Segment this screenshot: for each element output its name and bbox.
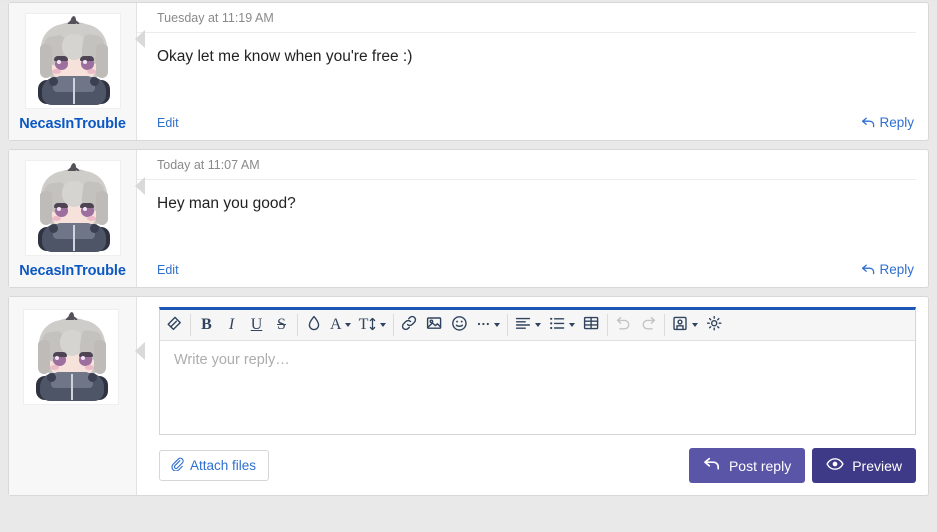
toolbar-separator	[664, 314, 665, 336]
bold-button[interactable]: B	[194, 311, 219, 340]
post-user-column: NecasInTrouble	[9, 3, 137, 140]
toolbar-separator	[607, 314, 608, 336]
text-align-button[interactable]	[511, 311, 545, 340]
avatar[interactable]	[25, 160, 121, 256]
toolbar-separator	[507, 314, 508, 336]
insert-emoji-icon	[451, 315, 468, 335]
post-content: Okay let me know when you're free :)	[137, 33, 928, 109]
reply-link-label: Reply	[879, 262, 914, 277]
message-post: NecasInTrouble Today at 11:07 AM Hey man…	[8, 149, 929, 288]
chevron-down-icon	[494, 323, 500, 327]
post-content: Hey man you good?	[137, 180, 928, 256]
undo-button	[611, 311, 636, 340]
list-button[interactable]	[545, 311, 579, 340]
font-family-button[interactable]: A	[326, 311, 355, 340]
insert-table-icon[interactable]	[579, 311, 604, 340]
avatar[interactable]	[23, 309, 119, 405]
reply-link[interactable]: Reply	[861, 115, 914, 130]
reply-placeholder: Write your reply…	[174, 352, 290, 368]
reply-arrow-icon	[703, 456, 721, 475]
chevron-down-icon	[569, 323, 575, 327]
font-size-glyph: T	[359, 316, 369, 334]
font-family-button-glyph: A	[330, 316, 342, 334]
paperclip-icon	[170, 457, 184, 474]
attach-files-label: Attach files	[190, 458, 256, 473]
insert-image-icon	[426, 315, 443, 335]
chevron-down-icon	[380, 323, 386, 327]
post-body: Today at 11:07 AM Hey man you good? Edit…	[137, 150, 928, 287]
editor-frame: BIUS AT Write your reply…	[159, 307, 916, 435]
edit-post-link[interactable]: Edit	[157, 263, 179, 277]
editor-settings-icon	[706, 315, 723, 335]
text-color-icon	[306, 315, 322, 335]
reply-input[interactable]: Write your reply…	[160, 341, 915, 434]
italic-button-glyph: I	[229, 316, 234, 334]
preview-button[interactable]: Preview	[812, 448, 916, 483]
avatar[interactable]	[25, 13, 121, 109]
underline-button-glyph: U	[251, 316, 263, 334]
text-color-icon[interactable]	[301, 311, 326, 340]
forum-thread-page: NecasInTrouble Tuesday at 11:19 AM Okay …	[0, 2, 937, 532]
reply-link[interactable]: Reply	[861, 262, 914, 277]
post-body: Tuesday at 11:19 AM Okay let me know whe…	[137, 3, 928, 140]
font-size-button[interactable]: T	[355, 311, 391, 340]
toolbar-separator	[393, 314, 394, 336]
bold-button-glyph: B	[201, 316, 212, 334]
more-options-button[interactable]	[472, 311, 504, 340]
preview-label: Preview	[852, 458, 902, 474]
message-post: NecasInTrouble Tuesday at 11:19 AM Okay …	[8, 2, 929, 141]
list-button	[549, 315, 566, 335]
undo-button	[615, 315, 632, 335]
edit-post-link[interactable]: Edit	[157, 116, 179, 130]
eye-icon	[826, 457, 844, 474]
reply-arrow-icon	[861, 263, 876, 276]
post-author-name[interactable]: NecasInTrouble	[19, 263, 126, 279]
drafts-button	[672, 315, 689, 335]
redo-button	[640, 315, 657, 335]
insert-link-icon	[401, 315, 418, 335]
post-footer: Edit Reply	[137, 109, 928, 140]
strikethrough-button-glyph: S	[277, 316, 286, 334]
post-timestamp[interactable]: Today at 11:07 AM	[137, 150, 916, 180]
remove-formatting-icon[interactable]	[162, 311, 187, 340]
redo-button	[636, 311, 661, 340]
italic-button[interactable]: I	[219, 311, 244, 340]
editor-actions: Attach files Post reply	[159, 448, 916, 483]
editor-main: BIUS AT Write your reply… Attach files	[137, 297, 928, 495]
drafts-button[interactable]	[668, 311, 702, 340]
more-options-button	[476, 315, 491, 335]
editor-toolbar: BIUS AT	[160, 310, 915, 341]
submit-actions: Post reply Preview	[689, 448, 916, 483]
editor-user-column	[9, 297, 137, 495]
speech-bubble-arrow	[136, 31, 145, 47]
chevron-down-icon	[345, 323, 351, 327]
reply-link-label: Reply	[879, 115, 914, 130]
insert-table-icon	[583, 315, 600, 335]
post-reply-label: Post reply	[729, 458, 791, 474]
toolbar-separator	[297, 314, 298, 336]
post-user-column: NecasInTrouble	[9, 150, 137, 287]
toolbar-separator	[190, 314, 191, 336]
text-align-button	[515, 315, 532, 335]
font-size-arrows-icon	[368, 317, 377, 334]
attach-files-button[interactable]: Attach files	[159, 450, 269, 481]
remove-formatting-icon	[166, 315, 183, 335]
insert-link-icon[interactable]	[397, 311, 422, 340]
insert-image-icon[interactable]	[422, 311, 447, 340]
strikethrough-button[interactable]: S	[269, 311, 294, 340]
post-reply-button[interactable]: Post reply	[689, 448, 805, 483]
post-timestamp[interactable]: Tuesday at 11:19 AM	[137, 3, 916, 33]
insert-emoji-icon[interactable]	[447, 311, 472, 340]
chevron-down-icon	[535, 323, 541, 327]
editor-settings-icon[interactable]	[702, 311, 727, 340]
underline-button[interactable]: U	[244, 311, 269, 340]
reply-arrow-icon	[861, 116, 876, 129]
post-author-name[interactable]: NecasInTrouble	[19, 116, 126, 132]
speech-bubble-arrow	[136, 343, 145, 359]
speech-bubble-arrow	[136, 178, 145, 194]
post-footer: Edit Reply	[137, 256, 928, 287]
reply-editor-card: BIUS AT Write your reply… Attach files	[8, 296, 929, 496]
chevron-down-icon	[692, 323, 698, 327]
